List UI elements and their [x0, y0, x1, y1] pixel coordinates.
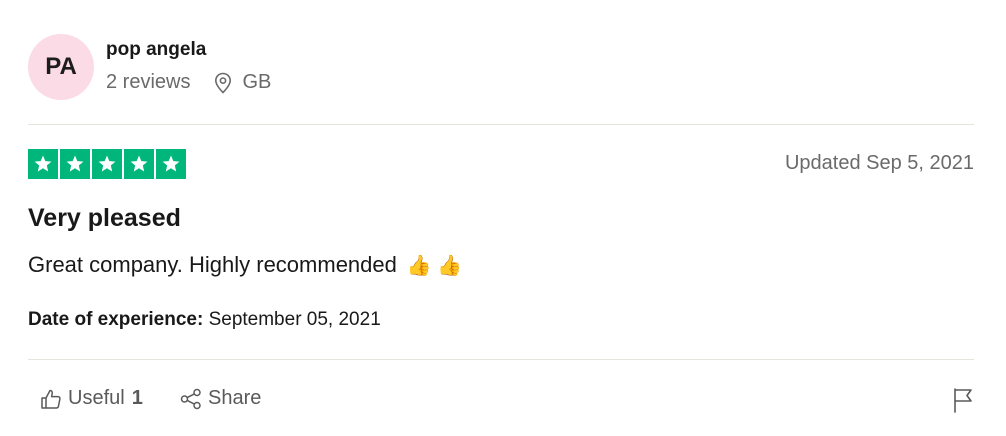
- review-card: PA pop angela 2 reviews GB Updated Sep 5…: [28, 0, 974, 436]
- share-button[interactable]: Share: [180, 387, 261, 410]
- experience-date: September 05, 2021: [208, 309, 381, 330]
- thumbs-up-icon: [41, 389, 61, 409]
- review-title[interactable]: Very pleased: [28, 204, 181, 233]
- divider: [28, 359, 974, 360]
- avatar[interactable]: PA: [28, 34, 94, 100]
- share-icon: [180, 388, 201, 409]
- location-pin-icon: [215, 72, 232, 94]
- star-2: [60, 149, 90, 179]
- star-icon: [130, 155, 148, 172]
- reviewer-location: GB: [214, 71, 271, 94]
- thumbs-emoji: 👍 👍: [406, 254, 463, 277]
- useful-button[interactable]: Useful 1: [40, 387, 143, 410]
- star-icon: [66, 155, 84, 172]
- share-label: Share: [208, 387, 262, 409]
- report-button[interactable]: [952, 387, 974, 418]
- flag-icon: [954, 388, 972, 413]
- star-icon: [34, 155, 52, 172]
- star-icon: [98, 155, 116, 172]
- useful-label: Useful: [68, 387, 125, 409]
- reviews-count: 2 reviews: [106, 71, 191, 93]
- reviewer-header: PA pop angela 2 reviews GB: [28, 34, 974, 102]
- reviewer-meta: 2 reviews GB: [106, 71, 271, 94]
- star-rating: [28, 149, 188, 179]
- date-of-experience: Date of experience: September 05, 2021: [28, 309, 381, 331]
- experience-label: Date of experience:: [28, 309, 204, 330]
- useful-count: 1: [131, 387, 143, 409]
- review-body: Great company. Highly recommended 👍 👍: [28, 252, 462, 278]
- star-icon: [162, 155, 180, 172]
- review-body-text: Great company. Highly recommended: [28, 252, 397, 277]
- updated-date: Updated Sep 5, 2021: [784, 152, 974, 174]
- star-5: [156, 149, 186, 179]
- reviewer-name[interactable]: pop angela: [106, 39, 206, 61]
- location-code: GB: [242, 71, 272, 93]
- review-actions: Useful 1 Share: [28, 383, 974, 417]
- star-3: [92, 149, 122, 179]
- star-1: [28, 149, 58, 179]
- divider: [28, 124, 974, 125]
- star-4: [124, 149, 154, 179]
